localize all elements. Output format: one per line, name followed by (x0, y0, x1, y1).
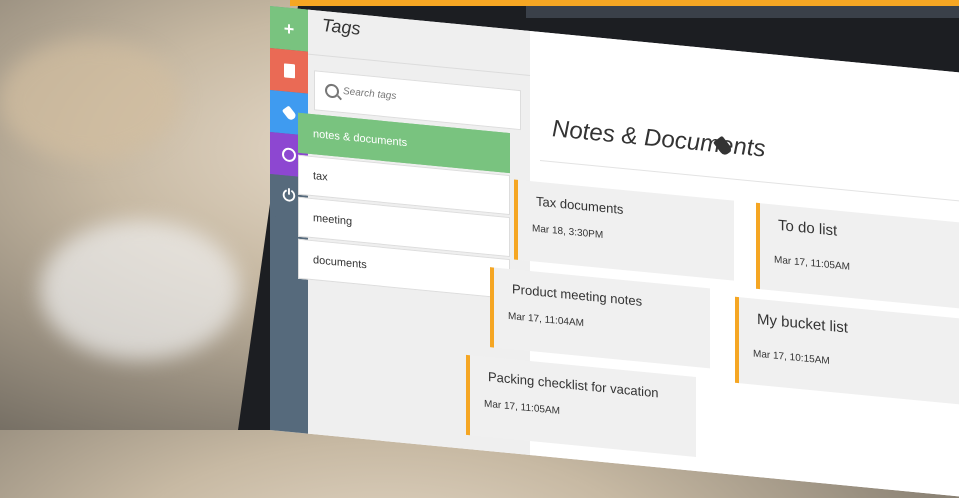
clock-icon (282, 147, 296, 163)
note-date: Mar 17, 11:04AM (508, 310, 584, 330)
note-date: Mar 17, 10:15AM (753, 348, 830, 367)
search-icon (325, 83, 339, 99)
note-title: Packing checklist for vacation (488, 368, 659, 401)
note-card[interactable]: Tax documents Mar 18, 3:30PM (514, 179, 734, 281)
note-date: Mar 18, 3:30PM (532, 223, 604, 242)
tags-title: Tags (322, 15, 361, 39)
accent-bar (290, 0, 959, 6)
tag-label: documents (313, 254, 367, 272)
note-title: Tax documents (536, 193, 624, 218)
note-card[interactable]: My bucket list Mar 17, 10:15AM (735, 296, 959, 405)
app-window: + ⏻ Tags Search tags notes & documents t… (270, 6, 959, 497)
note-title: To do list (778, 216, 838, 240)
plus-icon: + (283, 17, 295, 39)
note-card[interactable]: To do list Mar 17, 11:05AM (756, 202, 959, 310)
note-date: Mar 17, 11:05AM (774, 254, 850, 273)
search-placeholder: Search tags (343, 86, 397, 103)
note-title: My bucket list (757, 310, 848, 337)
tag-icon (281, 104, 297, 121)
tag-label: tax (313, 170, 328, 184)
power-icon: ⏻ (282, 187, 296, 206)
sidebar-item-add[interactable]: + (270, 6, 308, 52)
note-title: Product meeting notes (512, 281, 643, 309)
background-blur (0, 40, 180, 160)
tag-label: notes & documents (313, 128, 408, 150)
background-blur (40, 220, 240, 360)
notes-main: Notes & Documents Tax documents Mar 18, … (466, 31, 959, 497)
page-title: Notes & Documents (552, 115, 766, 163)
document-icon (283, 63, 295, 79)
tag-label: meeting (313, 212, 353, 228)
note-date: Mar 17, 11:05AM (484, 398, 560, 417)
sidebar-item-notes[interactable] (270, 48, 308, 94)
